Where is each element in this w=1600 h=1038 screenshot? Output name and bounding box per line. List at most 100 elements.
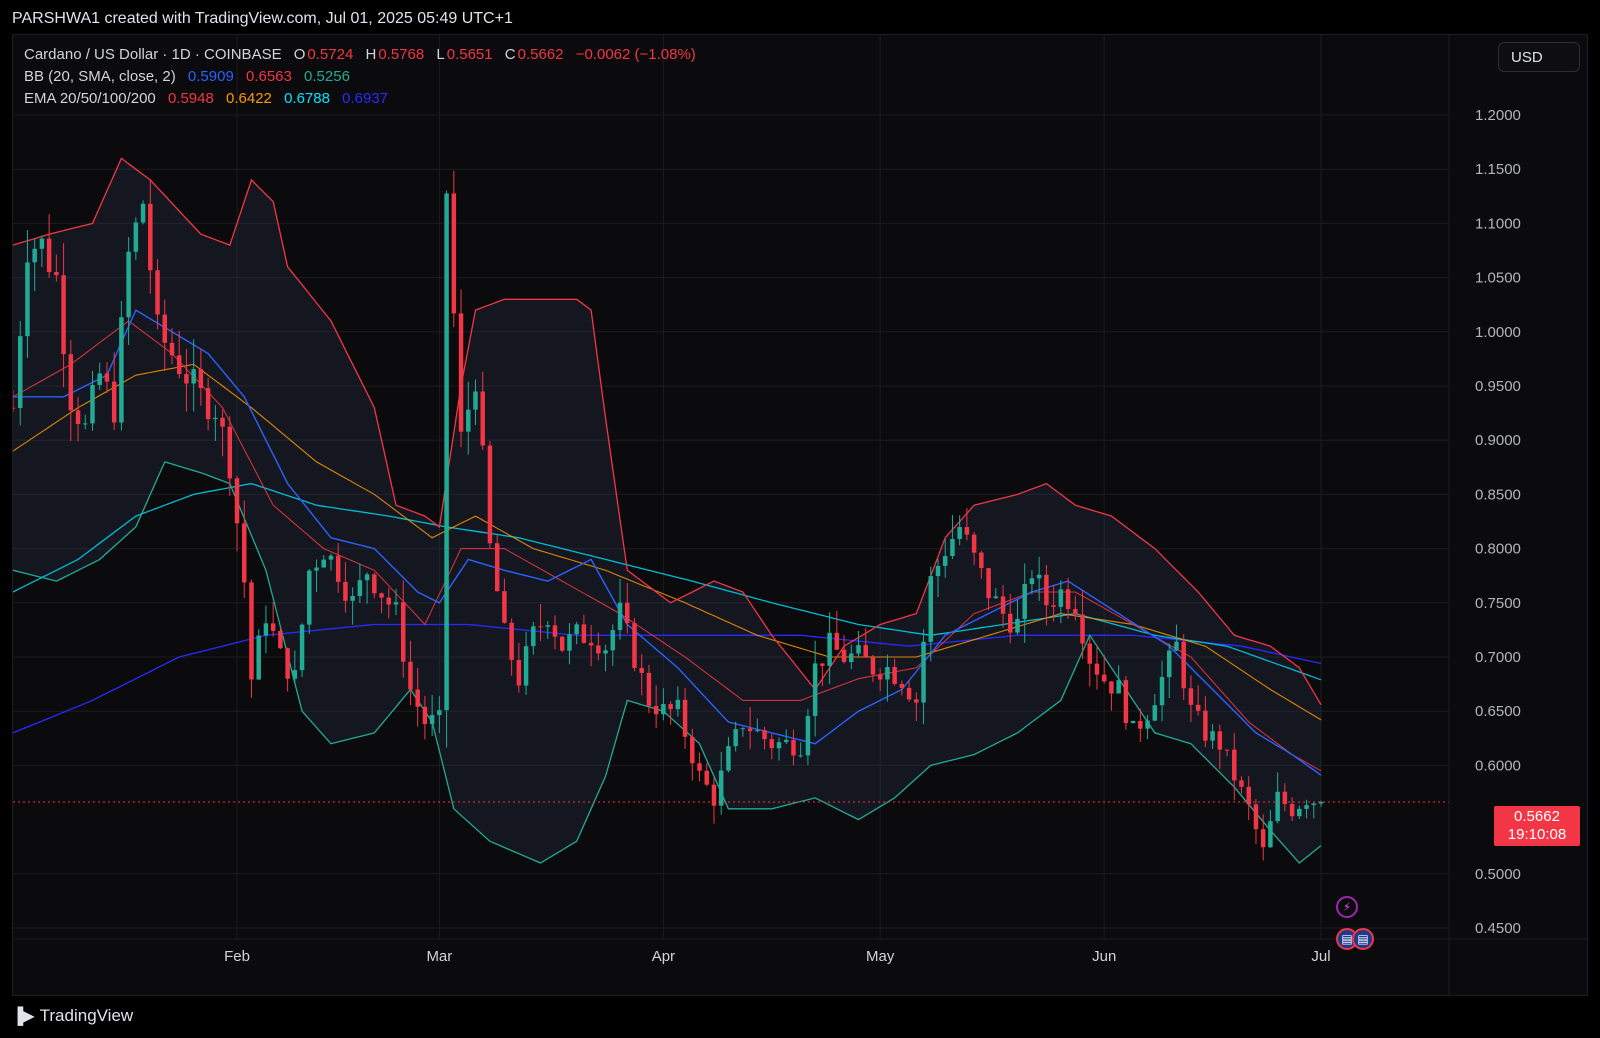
candle-body — [1289, 803, 1295, 817]
candle-body — [1065, 589, 1071, 610]
candle-body — [979, 552, 984, 569]
candle-body — [148, 203, 153, 271]
candle-body — [1000, 596, 1006, 614]
legend-ema-label[interactable]: EMA 20/50/100/200 — [24, 90, 156, 107]
candle-body — [487, 445, 493, 544]
candle-body — [653, 705, 659, 715]
legend-bb-line[interactable]: BB (20, SMA, close, 2) 0.5909 0.6563 0.5… — [24, 68, 352, 85]
legend-symbol[interactable]: Cardano / US Dollar · 1D · COINBASE — [24, 46, 282, 63]
candle-body — [1167, 650, 1172, 678]
legend-symbol-line[interactable]: Cardano / US Dollar · 1D · COINBASE O 0.5… — [24, 46, 698, 63]
candle-body — [140, 203, 146, 223]
candle-body — [574, 624, 579, 635]
candle-body — [119, 317, 124, 423]
candle-body — [335, 555, 341, 582]
candle-body — [588, 642, 594, 646]
candle-body — [921, 641, 926, 703]
candle-body — [176, 355, 182, 375]
candle-body — [46, 238, 52, 273]
candle-body — [849, 653, 854, 663]
legend-ema100: 0.6788 — [284, 90, 330, 107]
tradingview-mark-icon: ▐▶ — [12, 1008, 35, 1025]
candle-body — [971, 534, 977, 553]
candle-body — [1152, 705, 1158, 721]
legend-ema50: 0.6422 — [226, 90, 272, 107]
candle-body — [993, 596, 999, 599]
candle-body — [755, 730, 760, 732]
candle-body — [372, 574, 377, 594]
candle-body — [321, 559, 326, 568]
candle-body — [97, 373, 102, 386]
candle-body — [1260, 829, 1266, 848]
candle-body — [1210, 731, 1215, 741]
candle-body — [1123, 680, 1129, 724]
lightning-icon[interactable]: ⚡ — [1336, 896, 1358, 918]
candle-body — [379, 593, 384, 598]
us-flag-icon[interactable]: ▤ — [1352, 928, 1374, 950]
candle-body — [863, 645, 868, 658]
last-price-value: 0.5662 — [1514, 808, 1560, 825]
candle-body — [1188, 688, 1194, 705]
candle-body — [523, 646, 529, 686]
y-axis-tick-label: 1.1500 — [1475, 161, 1521, 178]
currency-button[interactable]: USD — [1498, 42, 1580, 72]
legend-close: 0.5662 — [517, 46, 564, 63]
candle-body — [661, 704, 666, 715]
candle-body — [68, 354, 74, 411]
candle-body — [111, 381, 117, 423]
candle-body — [386, 597, 392, 605]
candle-body — [1094, 663, 1100, 675]
candle-body — [1217, 731, 1223, 750]
y-axis-tick-label: 0.7500 — [1475, 595, 1521, 612]
candle-body — [769, 739, 775, 749]
candle-body — [690, 736, 695, 764]
candle-body — [668, 704, 673, 710]
candle-body — [625, 602, 630, 624]
x-axis-tick-label: Feb — [224, 948, 250, 965]
candle-body — [270, 623, 276, 631]
candle-body — [234, 478, 240, 524]
candle-body — [437, 710, 442, 716]
y-axis-tick-label: 1.0500 — [1475, 270, 1521, 287]
candle-body — [545, 625, 551, 627]
candle-body — [25, 262, 30, 337]
candle-body — [422, 706, 428, 725]
x-axis-tick-label: May — [866, 948, 895, 965]
candle-body — [632, 623, 637, 668]
candle-body — [90, 385, 95, 424]
candle-body — [213, 417, 218, 420]
candle-body — [480, 391, 485, 446]
tradingview-logo[interactable]: ▐▶ TradingView — [12, 1006, 133, 1026]
candle-body — [877, 674, 883, 680]
candle-body — [509, 622, 514, 660]
candle-body — [899, 683, 905, 688]
legend-ema-line[interactable]: EMA 20/50/100/200 0.5948 0.6422 0.6788 0… — [24, 90, 390, 107]
candle-body — [1224, 749, 1230, 751]
candle-body — [834, 632, 840, 650]
candle-body — [740, 728, 746, 730]
candle-body — [75, 410, 81, 425]
candle-body — [1145, 720, 1150, 729]
chart-attribution: PARSHWA1 created with TradingView.com, J… — [12, 10, 513, 27]
y-axis-tick-label: 0.8000 — [1475, 541, 1521, 558]
chart-area[interactable]: 1.2000 1.1500 1.1000 1.0500 1.0000 0.9500 0.90… — [12, 34, 1589, 997]
candle-body — [17, 336, 23, 409]
legend-change: −0.0062 (−1.08%) — [575, 46, 696, 63]
candle-body — [39, 238, 45, 249]
candle-body — [682, 699, 688, 737]
candle-body — [697, 763, 702, 771]
candle-body — [415, 689, 420, 707]
legend-bb-upper: 0.6563 — [245, 68, 292, 85]
price-chart[interactable]: 1.2000 1.1500 1.1000 1.0500 1.0000 0.9500 0.90… — [13, 35, 1589, 997]
candle-body — [791, 739, 796, 756]
candle-body — [617, 602, 623, 631]
legend-bb-label[interactable]: BB (20, SMA, close, 2) — [24, 68, 176, 85]
candle-body — [1116, 680, 1121, 694]
candle-body — [191, 369, 196, 384]
candle-body — [885, 666, 890, 680]
candle-body — [285, 648, 290, 679]
candle-body — [256, 635, 261, 680]
legend-bb-lower: 0.5256 — [304, 68, 350, 85]
x-axis-tick-label: Mar — [426, 948, 452, 965]
candle-body — [1203, 710, 1208, 741]
